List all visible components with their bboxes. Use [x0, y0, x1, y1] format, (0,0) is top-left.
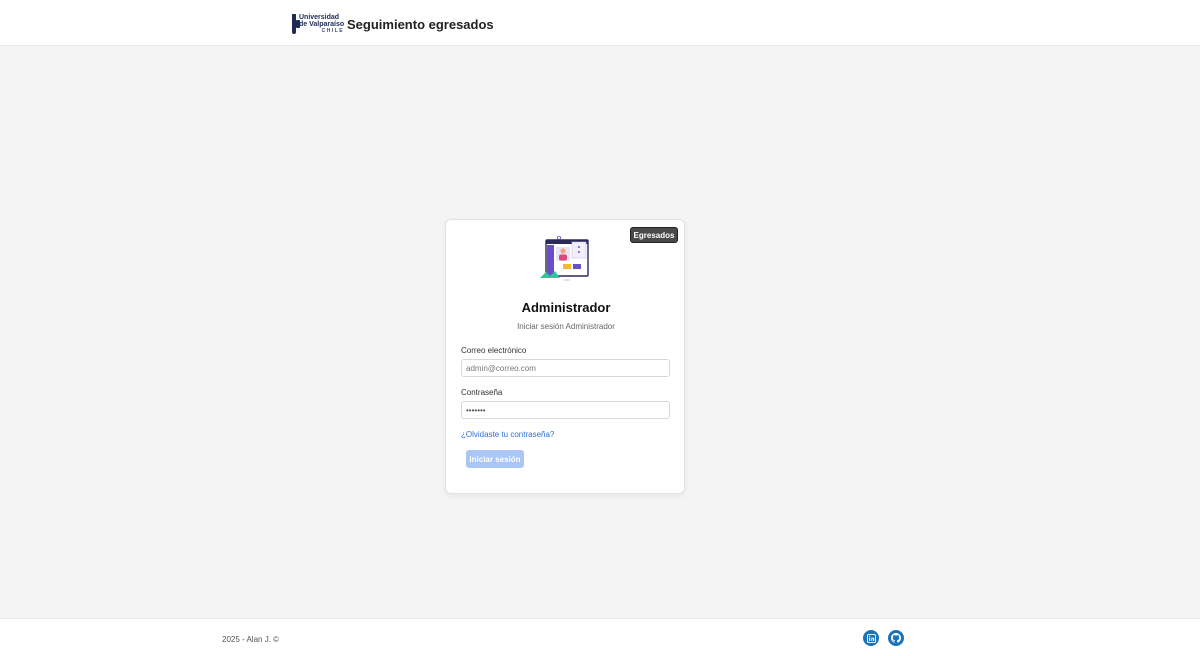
- forgot-password-link[interactable]: ¿Olvidaste tu contraseña?: [461, 430, 554, 439]
- admin-illustration: [540, 236, 589, 281]
- linkedin-icon: [866, 633, 876, 643]
- password-label: Contraseña: [461, 388, 503, 397]
- login-card: Egresados Administrador Iniciar sesión A…: [445, 219, 685, 494]
- top-navbar: Universidad de Valparaíso CHILE Seguimie…: [0, 0, 1200, 46]
- login-submit-button[interactable]: Iniciar sesión: [466, 450, 524, 468]
- app-title: Seguimiento egresados: [347, 16, 494, 32]
- shield-icon: [292, 14, 300, 34]
- egresados-badge-button[interactable]: Egresados: [630, 227, 678, 243]
- brand[interactable]: Universidad de Valparaíso CHILE Seguimie…: [292, 12, 494, 36]
- logo-line-1: Universidad: [299, 13, 340, 21]
- email-label: Correo electrónico: [461, 346, 527, 355]
- login-subtitle: Iniciar sesión Administrador: [517, 322, 615, 331]
- github-link[interactable]: [888, 630, 904, 646]
- login-title: Administrador: [521, 300, 611, 315]
- github-icon: [891, 633, 901, 643]
- logo-line-2: de Valparaíso: [299, 20, 345, 28]
- footer: 2025 - Alan J. ©: [0, 618, 1200, 656]
- linkedin-link[interactable]: [863, 630, 879, 646]
- copyright-text: 2025 - Alan J. ©: [222, 635, 280, 644]
- password-field[interactable]: [461, 401, 670, 419]
- logo-line-3: CHILE: [321, 27, 345, 34]
- university-logo: Universidad de Valparaíso CHILE: [292, 12, 344, 36]
- email-field[interactable]: [461, 359, 670, 377]
- logo-wordmark: Universidad de Valparaíso CHILE: [299, 14, 344, 35]
